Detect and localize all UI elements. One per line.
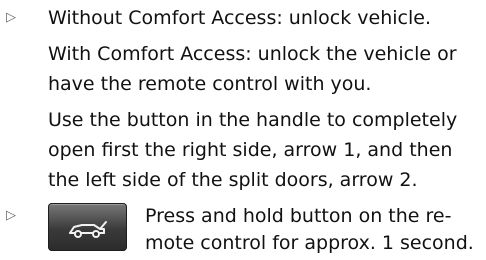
text-line: Press and hold button on the re- xyxy=(145,205,452,227)
tailgate-car-icon xyxy=(68,221,107,238)
bullet-marker: ▷ xyxy=(6,10,16,25)
text-line: open first the right side, arrow 1, and … xyxy=(48,139,453,161)
text-line: mote control for approx. 1 second. xyxy=(145,232,474,254)
text-line: the left side of the split doors, arrow … xyxy=(48,169,418,191)
text-line: Use the button in the handle to complete… xyxy=(48,109,458,131)
text-line: With Comfort Access: unlock the vehicle … xyxy=(48,43,457,65)
text-line: Without Comfort Access: unlock vehicle. xyxy=(48,7,431,29)
remote-control-button-image xyxy=(48,203,127,251)
text-line: have the remote control with you. xyxy=(48,73,372,95)
bullet-marker: ▷ xyxy=(6,208,16,223)
